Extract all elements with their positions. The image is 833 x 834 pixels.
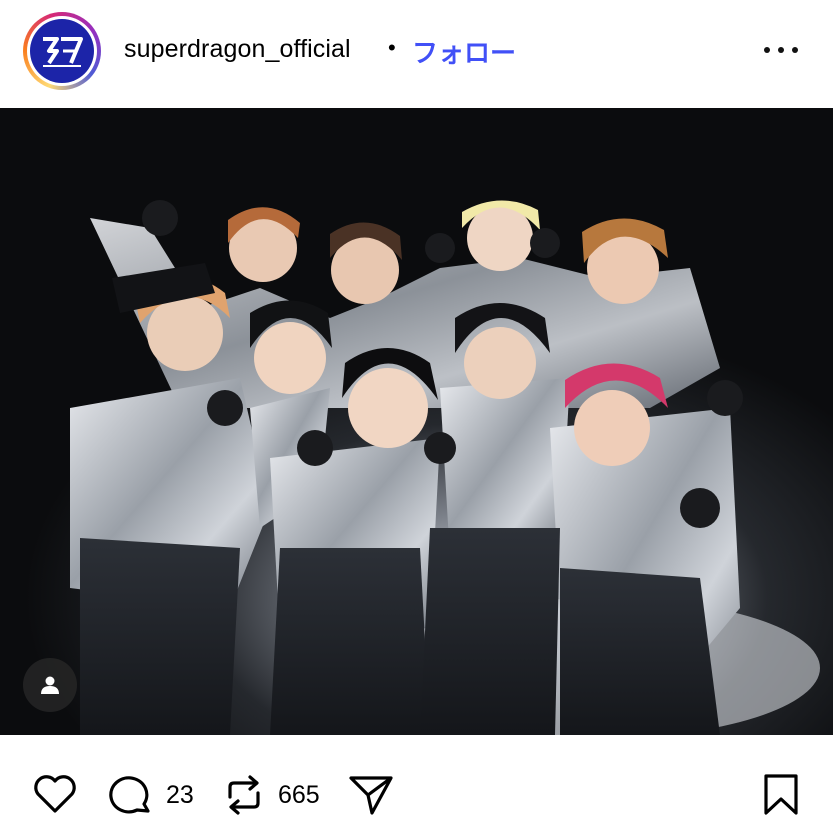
avatar[interactable] — [30, 19, 94, 83]
username-link[interactable]: superdragon_official — [124, 35, 351, 64]
comment-count: 23 — [166, 780, 194, 809]
separator-dot: • — [388, 35, 396, 60]
superdragon-logo-icon — [43, 37, 83, 67]
post-header: superdragon_official • フォロー — [0, 0, 833, 108]
more-options-icon[interactable] — [764, 38, 798, 62]
repost-button[interactable]: 665 — [222, 773, 320, 817]
comment-icon — [109, 776, 150, 814]
heart-icon — [34, 775, 76, 813]
post-photo[interactable] — [0, 108, 833, 735]
group-photo-illustration — [70, 200, 820, 735]
bookmark-icon — [764, 774, 798, 815]
comment-button[interactable]: 23 — [108, 773, 194, 817]
like-button[interactable] — [32, 773, 78, 815]
repost-count: 665 — [278, 780, 320, 809]
profile-avatar-ring[interactable] — [23, 12, 101, 90]
save-button[interactable] — [762, 773, 800, 817]
post-action-bar: 23 665 — [0, 735, 833, 834]
send-icon — [349, 776, 393, 815]
follow-button[interactable]: フォロー — [412, 33, 516, 70]
user-tag-icon[interactable] — [23, 658, 77, 712]
person-icon — [41, 676, 59, 694]
share-button[interactable] — [348, 773, 394, 817]
repost-icon — [228, 775, 260, 815]
